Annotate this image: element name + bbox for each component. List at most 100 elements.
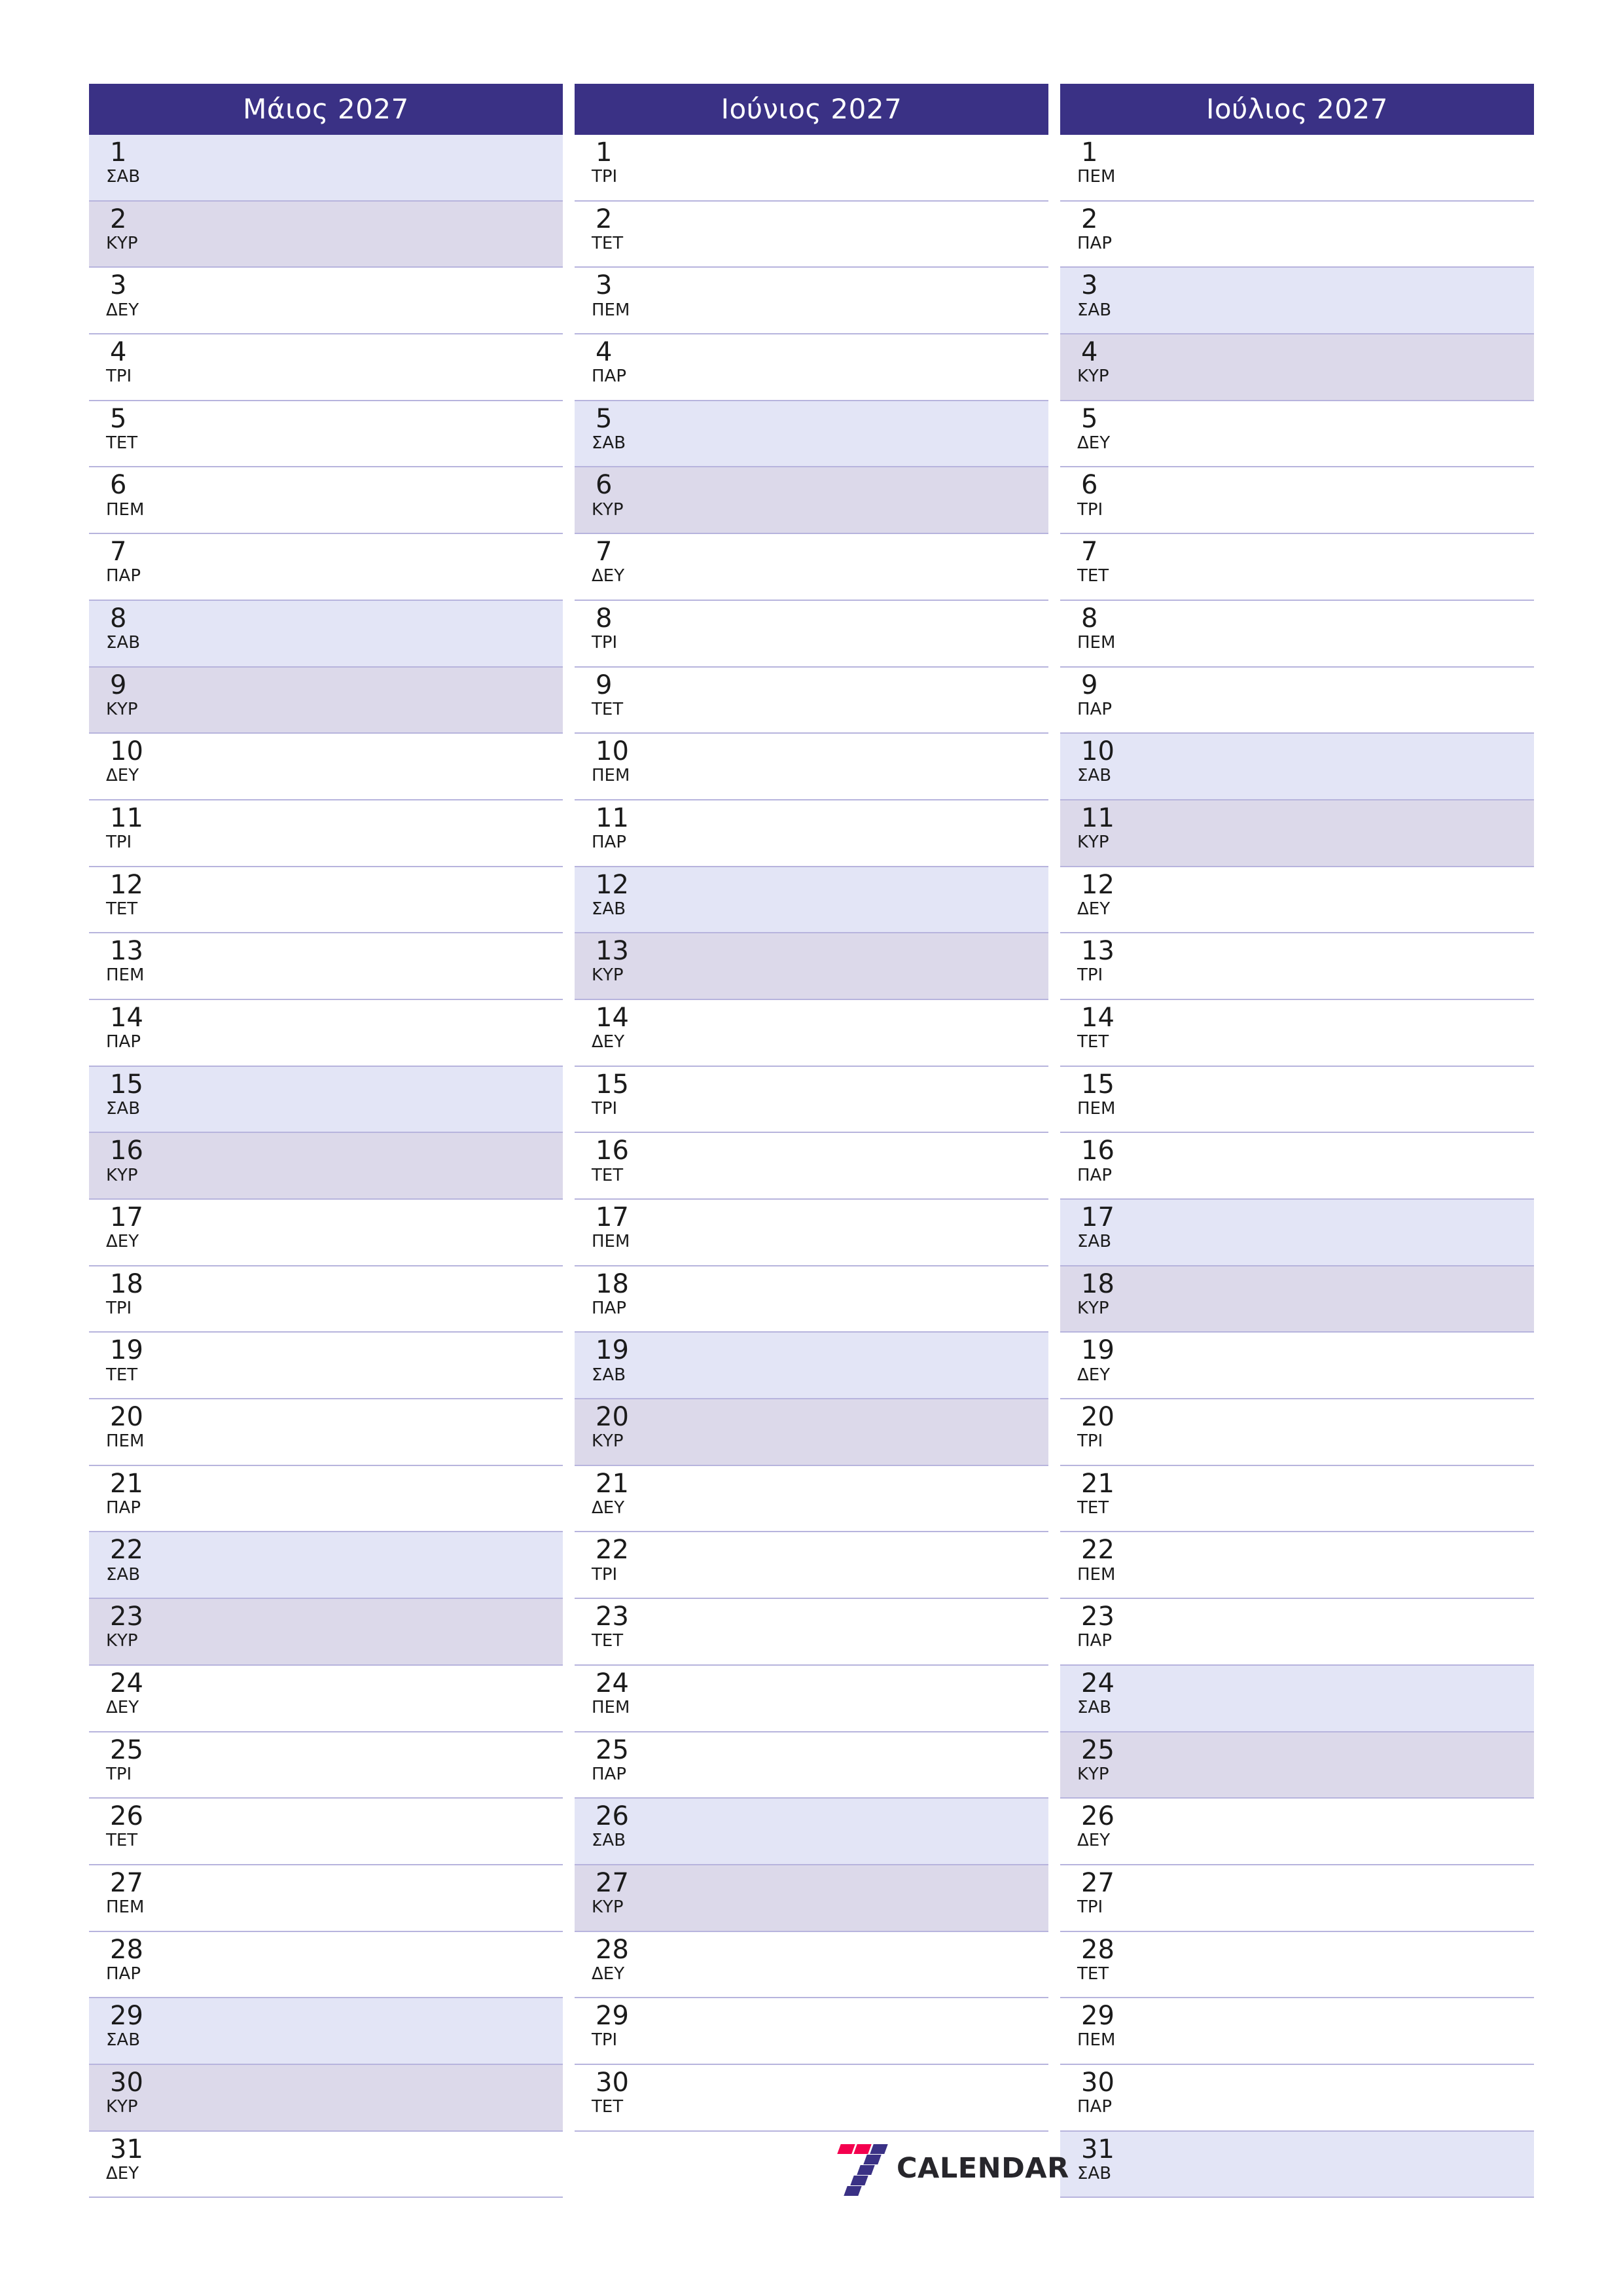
day-row[interactable]: 14 ΔΕΥ	[575, 999, 1048, 1067]
day-row[interactable]: 28 ΔΕΥ	[575, 1931, 1048, 1999]
day-row[interactable]: 4 ΠΑΡ	[575, 334, 1048, 401]
day-row[interactable]: 28 ΠΑΡ	[89, 1931, 563, 1999]
day-row[interactable]: 17 ΠΕΜ	[575, 1200, 1048, 1266]
day-row[interactable]: 22 ΠΕΜ	[1060, 1532, 1534, 1600]
day-row[interactable]: 13 ΚΥΡ	[575, 933, 1048, 1000]
day-row[interactable]: 19 ΔΕΥ	[1060, 1333, 1534, 1400]
day-row[interactable]: 11 ΚΥΡ	[1060, 800, 1534, 867]
day-row[interactable]: 16 ΤΕΤ	[575, 1133, 1048, 1200]
day-row[interactable]: 6 ΠΕΜ	[89, 467, 563, 535]
day-row[interactable]: 10 ΠΕΜ	[575, 734, 1048, 800]
day-row[interactable]: 27 ΤΡΙ	[1060, 1865, 1534, 1932]
day-row[interactable]: 26 ΣΑΒ	[575, 1799, 1048, 1865]
day-row[interactable]: 1 ΤΡΙ	[575, 135, 1048, 202]
day-row[interactable]: 15 ΤΡΙ	[575, 1066, 1048, 1134]
day-weekday: ΣΑΒ	[1077, 1698, 1112, 1717]
day-row[interactable]: 18 ΠΑΡ	[575, 1266, 1048, 1333]
day-row[interactable]: 27 ΠΕΜ	[89, 1865, 563, 1932]
day-row[interactable]: 5 ΣΑΒ	[575, 401, 1048, 468]
day-row[interactable]: 8 ΤΡΙ	[575, 600, 1048, 668]
day-row[interactable]: 19 ΣΑΒ	[575, 1333, 1048, 1400]
day-row[interactable]: 1 ΠΕΜ	[1060, 135, 1534, 202]
day-row[interactable]: 17 ΔΕΥ	[89, 1200, 563, 1266]
day-row[interactable]: 13 ΤΡΙ	[1060, 933, 1534, 1000]
day-weekday: ΤΡΙ	[1077, 965, 1103, 986]
day-row[interactable]: 2 ΚΥΡ	[89, 201, 563, 268]
day-row[interactable]: 6 ΚΥΡ	[575, 467, 1048, 535]
day-row[interactable]: 14 ΤΕΤ	[1060, 999, 1534, 1067]
day-number: 15	[1081, 1069, 1115, 1100]
day-row[interactable]: 6 ΤΡΙ	[1060, 467, 1534, 535]
day-row[interactable]: 18 ΚΥΡ	[1060, 1266, 1534, 1333]
day-row[interactable]: 12 ΤΕΤ	[89, 867, 563, 934]
day-row[interactable]: 23 ΠΑΡ	[1060, 1599, 1534, 1666]
day-row[interactable]: 30 ΤΕΤ	[575, 2064, 1048, 2132]
day-row[interactable]: 2 ΠΑΡ	[1060, 201, 1534, 268]
day-row[interactable]: 2 ΤΕΤ	[575, 201, 1048, 268]
day-row[interactable]: 24 ΔΕΥ	[89, 1665, 563, 1732]
day-row[interactable]: 29 ΣΑΒ	[89, 1998, 563, 2065]
day-list: 1 ΤΡΙ 2 ΤΕΤ 3 ΠΕΜ 4 ΠΑΡ 5 ΣΑΒ 6 ΚΥΡ 7 ΔΕΥ 8 ΤΡΙ 9 ΤΕΤ 10 ΠΕ…	[575, 135, 1048, 2132]
day-row[interactable]: 1 ΣΑΒ	[89, 135, 563, 202]
day-row[interactable]: 10 ΣΑΒ	[1060, 734, 1534, 800]
day-row[interactable]: 20 ΤΡΙ	[1060, 1399, 1534, 1466]
day-row[interactable]: 25 ΠΑΡ	[575, 1732, 1048, 1799]
day-row[interactable]: 29 ΤΡΙ	[575, 1998, 1048, 2065]
day-row[interactable]: 27 ΚΥΡ	[575, 1865, 1048, 1932]
day-row[interactable]: 12 ΣΑΒ	[575, 867, 1048, 934]
day-row[interactable]: 4 ΚΥΡ	[1060, 334, 1534, 401]
day-weekday: ΣΑΒ	[106, 1564, 141, 1585]
day-row[interactable]: 4 ΤΡΙ	[89, 334, 563, 401]
day-row[interactable]: 13 ΠΕΜ	[89, 933, 563, 1000]
day-row[interactable]: 31 ΣΑΒ	[1060, 2131, 1534, 2198]
day-row[interactable]: 3 ΠΕΜ	[575, 268, 1048, 335]
day-row[interactable]: 22 ΣΑΒ	[89, 1532, 563, 1600]
day-row[interactable]: 21 ΔΕΥ	[575, 1465, 1048, 1533]
day-row[interactable]: 7 ΔΕΥ	[575, 534, 1048, 601]
day-row[interactable]: 16 ΠΑΡ	[1060, 1133, 1534, 1200]
day-row[interactable]: 9 ΚΥΡ	[89, 667, 563, 734]
day-row[interactable]: 9 ΠΑΡ	[1060, 667, 1534, 734]
day-row[interactable]: 21 ΤΕΤ	[1060, 1465, 1534, 1533]
day-row[interactable]: 28 ΤΕΤ	[1060, 1931, 1534, 1999]
day-row[interactable]: 31 ΔΕΥ	[89, 2131, 563, 2198]
day-row[interactable]: 30 ΠΑΡ	[1060, 2064, 1534, 2132]
day-row[interactable]: 12 ΔΕΥ	[1060, 867, 1534, 934]
day-row[interactable]: 11 ΠΑΡ	[575, 800, 1048, 867]
day-row[interactable]: 14 ΠΑΡ	[89, 999, 563, 1067]
day-row[interactable]: 3 ΔΕΥ	[89, 268, 563, 335]
day-row[interactable]: 7 ΠΑΡ	[89, 534, 563, 601]
day-row[interactable]: 8 ΣΑΒ	[89, 600, 563, 668]
day-row[interactable]: 5 ΔΕΥ	[1060, 401, 1534, 468]
day-row[interactable]: 26 ΤΕΤ	[89, 1799, 563, 1865]
day-row[interactable]: 16 ΚΥΡ	[89, 1133, 563, 1200]
day-row[interactable]: 25 ΤΡΙ	[89, 1732, 563, 1799]
day-row[interactable]: 5 ΤΕΤ	[89, 401, 563, 468]
day-row[interactable]: 23 ΚΥΡ	[89, 1599, 563, 1666]
day-row[interactable]: 26 ΔΕΥ	[1060, 1799, 1534, 1865]
day-row[interactable]: 8 ΠΕΜ	[1060, 600, 1534, 668]
day-row[interactable]: 19 ΤΕΤ	[89, 1333, 563, 1400]
day-row[interactable]: 11 ΤΡΙ	[89, 800, 563, 867]
day-row[interactable]: 21 ΠΑΡ	[89, 1465, 563, 1533]
day-row[interactable]: 3 ΣΑΒ	[1060, 268, 1534, 335]
day-weekday: ΠΑΡ	[106, 1498, 141, 1518]
day-row[interactable]: 17 ΣΑΒ	[1060, 1200, 1534, 1266]
day-row[interactable]: 29 ΠΕΜ	[1060, 1998, 1534, 2065]
day-row[interactable]: 25 ΚΥΡ	[1060, 1732, 1534, 1799]
day-row[interactable]: 18 ΤΡΙ	[89, 1266, 563, 1333]
day-row[interactable]: 15 ΣΑΒ	[89, 1066, 563, 1134]
day-row[interactable]: 22 ΤΡΙ	[575, 1532, 1048, 1600]
day-row[interactable]: 30 ΚΥΡ	[89, 2064, 563, 2132]
day-row[interactable]: 24 ΠΕΜ	[575, 1665, 1048, 1732]
day-row[interactable]: 20 ΠΕΜ	[89, 1399, 563, 1466]
day-number: 22	[1081, 1535, 1115, 1566]
day-row[interactable]: 20 ΚΥΡ	[575, 1399, 1048, 1466]
day-row[interactable]: 15 ΠΕΜ	[1060, 1066, 1534, 1134]
day-row[interactable]: 10 ΔΕΥ	[89, 734, 563, 800]
day-row[interactable]: 24 ΣΑΒ	[1060, 1665, 1534, 1732]
day-weekday: ΠΕΜ	[106, 1431, 145, 1452]
day-row[interactable]: 7 ΤΕΤ	[1060, 534, 1534, 601]
day-row[interactable]: 9 ΤΕΤ	[575, 667, 1048, 734]
day-row[interactable]: 23 ΤΕΤ	[575, 1599, 1048, 1666]
